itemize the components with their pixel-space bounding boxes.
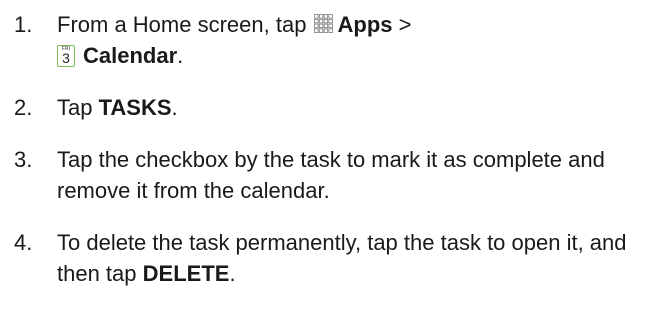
step-text-suffix: . (171, 95, 178, 120)
step-text-prefix: Tap (57, 95, 99, 120)
menu-path-separator: > (392, 12, 412, 37)
step-4: 4. To delete the task permanently, tap t… (14, 227, 654, 289)
step-number: 1. (14, 12, 33, 37)
step-text-prefix: From a Home screen, tap (57, 12, 313, 37)
step-text-suffix: . (229, 261, 236, 286)
apps-label: Apps (337, 12, 393, 37)
step-2: 2. Tap TASKS. (14, 92, 654, 123)
delete-label: DELETE (142, 261, 230, 286)
apps-grid-icon (313, 14, 334, 34)
step-text: Tap the checkbox by the task to mark it … (57, 147, 605, 203)
step-number: 2. (14, 95, 33, 120)
tasks-label: TASKS (98, 95, 172, 120)
step-3: 3. Tap the checkbox by the task to mark … (14, 144, 654, 206)
step-number: 3. (14, 147, 33, 172)
step-text-suffix: . (177, 43, 184, 68)
instruction-steps: 1. From a Home screen, tap Apps > FRI 3 Cal… (14, 9, 654, 289)
calendar-icon-daynum: 3 (62, 50, 70, 66)
step-number: 4. (14, 230, 33, 255)
calendar-label: Calendar (83, 43, 178, 68)
calendar-icon: FRI 3 (57, 45, 75, 67)
step-1: 1. From a Home screen, tap Apps > FRI 3 Cal… (14, 9, 654, 71)
